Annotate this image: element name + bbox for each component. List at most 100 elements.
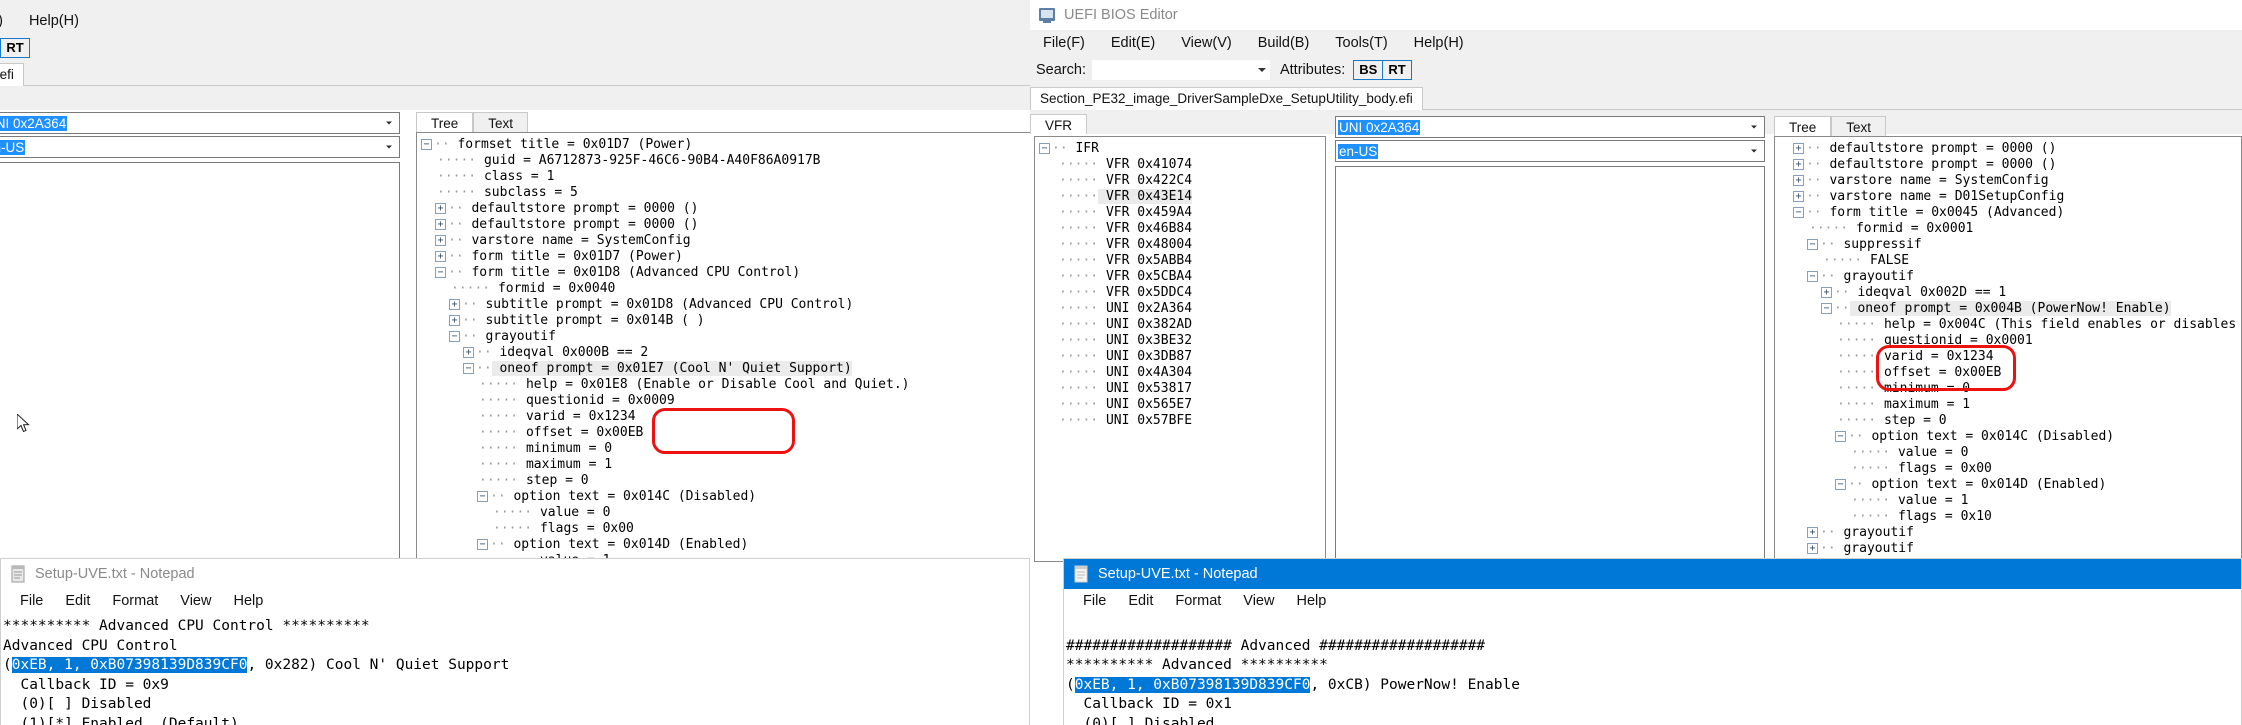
right-lang-combo[interactable]: en-US	[1335, 140, 1765, 162]
left-notepad-text-area[interactable]: ********** Advanced CPU Control ********…	[1, 613, 1029, 725]
tree-row[interactable]: ····· UNI 0x382AD	[1039, 317, 1325, 333]
tree-row[interactable]: +·· grayoutif	[1779, 541, 2241, 557]
tree-row[interactable]: ····· value = 1	[1779, 493, 2241, 509]
tree-row[interactable]: ····· step = 0	[421, 473, 1039, 489]
chevron-down-icon[interactable]	[386, 145, 392, 149]
tree-row[interactable]: ····· offset = 0x00EB	[1779, 365, 2241, 381]
tree-row[interactable]: + ·· ideqval 0x002D == 1	[1779, 285, 2241, 301]
tree-collapse-icon[interactable]: −	[435, 267, 446, 278]
tree-row[interactable]: ····· VFR 0x48004	[1039, 237, 1325, 253]
tree-row[interactable]: ····· VFR 0x5CBA4	[1039, 269, 1325, 285]
tree-collapse-icon[interactable]: −	[1039, 143, 1050, 154]
tree-row[interactable]: ····· UNI 0x53817	[1039, 381, 1325, 397]
tree-row[interactable]: ····· maximum = 1	[1779, 397, 2241, 413]
notepad-menu-help[interactable]: Help	[222, 591, 274, 611]
rt-attribute-button[interactable]: RT	[0, 38, 30, 58]
tree-row[interactable]: − ·· IFR	[1039, 141, 1325, 157]
tree-expand-icon[interactable]: +	[1793, 191, 1804, 202]
tree-collapse-icon[interactable]: −	[463, 363, 474, 374]
tree-row[interactable]: + ·· defaultstore prompt = 0000 ()	[1779, 141, 2241, 157]
tree-expand-icon[interactable]: +	[449, 299, 460, 310]
tree-row[interactable]: + ·· form title = 0x01D7 (Power)	[421, 249, 1039, 265]
notepad-menu-help[interactable]: Help	[1285, 591, 1337, 611]
tree-row[interactable]: − ·· grayoutif	[421, 329, 1039, 345]
chevron-down-icon[interactable]	[1751, 149, 1757, 153]
tree-row[interactable]: − ·· option text = 0x014D (Enabled)	[421, 537, 1039, 553]
tree-row[interactable]: ····· help = 0x004C (This field enables …	[1779, 317, 2241, 333]
tree-row[interactable]: + ·· defaultstore prompt = 0000 ()	[1779, 157, 2241, 173]
tree-row[interactable]: − ·· suppressif	[1779, 237, 2241, 253]
tree-row[interactable]: ····· minimum = 0	[1779, 381, 2241, 397]
tree-row[interactable]: ····· subclass = 5	[421, 185, 1039, 201]
tree-row[interactable]: ····· offset = 0x00EB	[421, 425, 1039, 441]
tree-row[interactable]: ····· UNI 0x4A304	[1039, 365, 1325, 381]
tree-row[interactable]: ····· UNI 0x3DB87	[1039, 349, 1325, 365]
tree-expand-icon[interactable]: +	[449, 315, 460, 326]
tree-collapse-icon[interactable]: −	[1835, 479, 1846, 490]
tree-row[interactable]: ····· guid = A6712873-925F-46C6-90B4-A40…	[421, 153, 1039, 169]
tree-expand-icon[interactable]: +	[1807, 543, 1818, 554]
menu-item-help[interactable]: Help(H)	[16, 10, 92, 32]
chevron-down-icon[interactable]	[1257, 68, 1266, 72]
tree-collapse-icon[interactable]: −	[1821, 303, 1832, 314]
tree-row[interactable]: − ·· form title = 0x01D8 (Advanced CPU Co…	[421, 265, 1039, 281]
tree-row[interactable]: ····· flags = 0x00	[421, 521, 1039, 537]
tree-collapse-icon[interactable]: −	[1835, 431, 1846, 442]
tree-expand-icon[interactable]: +	[1807, 527, 1818, 538]
right-vfr-tree[interactable]: + ·· defaultstore prompt = 0000 () + ·· def…	[1774, 136, 2242, 562]
notepad-menu-edit[interactable]: Edit	[1117, 591, 1164, 611]
tree-row[interactable]: ····· minimum = 0	[421, 441, 1039, 457]
tree-row[interactable]: − ·· form title = 0x0045 (Advanced)	[1779, 205, 2241, 221]
tree-row[interactable]: ····· value = 0	[421, 505, 1039, 521]
tree-row[interactable]: ····· VFR 0x41074	[1039, 157, 1325, 173]
tree-row[interactable]: − ·· grayoutif	[1779, 269, 2241, 285]
tree-row[interactable]: ····· VFR 0x43E14	[1039, 189, 1325, 205]
tree-row[interactable]: ····· flags = 0x10	[1779, 509, 2241, 525]
tree-expand-icon[interactable]: +	[1793, 143, 1804, 154]
tree-row[interactable]: + ·· varstore name = SystemConfig	[1779, 173, 2241, 189]
notepad-menu-view[interactable]: View	[169, 591, 222, 611]
tree-expand-icon[interactable]: +	[435, 251, 446, 262]
bs-attribute-button[interactable]: BS	[1353, 60, 1384, 80]
tree-collapse-icon[interactable]: −	[1807, 239, 1818, 250]
tree-row[interactable]: ····· VFR 0x5DDC4	[1039, 285, 1325, 301]
tree-row[interactable]: + ·· subtitle prompt = 0x01D8 (Advanced C…	[421, 297, 1039, 313]
notepad-menu-edit[interactable]: Edit	[54, 591, 101, 611]
tree-expand-icon[interactable]: +	[435, 235, 446, 246]
notepad-menu-file[interactable]: File	[9, 591, 54, 611]
notepad-menu-format[interactable]: Format	[101, 591, 169, 611]
tree-row[interactable]: ····· step = 0	[1779, 413, 2241, 429]
tree-row[interactable]: + ·· varstore name = D01SetupConfig	[1779, 189, 2241, 205]
tree-row[interactable]: ····· help = 0x01E8 (Enable or Disable C…	[421, 377, 1039, 393]
tree-row[interactable]: ····· varid = 0x1234	[1779, 349, 2241, 365]
tree-row[interactable]: ····· FALSE	[1779, 253, 2241, 269]
tree-row[interactable]: + ·· defaultstore prompt = 0000 ()	[421, 217, 1039, 233]
tree-row[interactable]: ····· VFR 0x5ABB4	[1039, 253, 1325, 269]
tree-row[interactable]: − ·· option text = 0x014C (Disabled)	[1779, 429, 2241, 445]
left-lang-combo[interactable]: en-US	[0, 136, 400, 158]
tree-row[interactable]: − ·· option text = 0x014D (Enabled)	[1779, 477, 2241, 493]
tree-collapse-icon[interactable]: −	[477, 491, 488, 502]
notepad-menu-file[interactable]: File	[1072, 591, 1117, 611]
tree-row[interactable]: ····· UNI 0x2A364	[1039, 301, 1325, 317]
tree-expand-icon[interactable]: +	[435, 203, 446, 214]
tree-row[interactable]: ····· class = 1	[421, 169, 1039, 185]
tree-row[interactable]: − ·· oneof prompt = 0x004B (PowerNow! Ena…	[1779, 301, 2241, 317]
tree-row[interactable]: ····· maximum = 1	[421, 457, 1039, 473]
notepad-menu-format[interactable]: Format	[1164, 591, 1232, 611]
file-tab-setuputility[interactable]: xe_SetupUtility_body.efi	[0, 63, 24, 86]
tree-expand-icon[interactable]: +	[463, 347, 474, 358]
tree-row[interactable]: ····· VFR 0x46B84	[1039, 221, 1325, 237]
right-string-combo[interactable]: UNI 0x2A364	[1335, 116, 1765, 138]
tree-collapse-icon[interactable]: −	[1807, 271, 1818, 282]
menu-item-edit[interactable]: Edit(E)	[1098, 32, 1168, 54]
notepad-menu-view[interactable]: View	[1232, 591, 1285, 611]
tree-expand-icon[interactable]: +	[1793, 159, 1804, 170]
tree-row[interactable]: ····· VFR 0x422C4	[1039, 173, 1325, 189]
tree-row[interactable]: ····· VFR 0x459A4	[1039, 205, 1325, 221]
tree-row[interactable]: ····· formid = 0x0001	[1779, 221, 2241, 237]
tree-row[interactable]: ····· UNI 0x565E7	[1039, 397, 1325, 413]
menu-item-file[interactable]: File(F)	[1030, 32, 1098, 54]
tree-collapse-icon[interactable]: −	[477, 539, 488, 550]
tree-row[interactable]: − ·· formset title = 0x01D7 (Power)	[421, 137, 1039, 153]
